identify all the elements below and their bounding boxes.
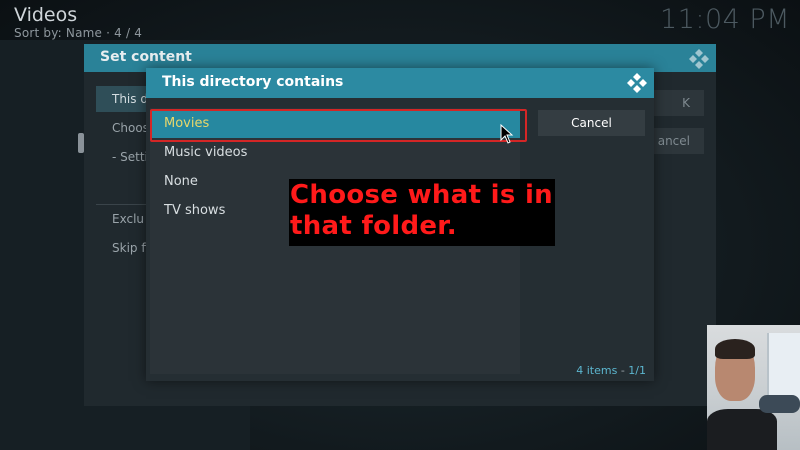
cancel-button[interactable]: Cancel — [538, 110, 645, 136]
directory-contains-header: This directory contains — [146, 68, 654, 98]
set-content-title: Set content — [100, 49, 192, 65]
dialog-title: This directory contains — [162, 74, 344, 90]
item-count: 4 items - 1/1 — [576, 364, 646, 377]
selection-highlight-box — [150, 109, 527, 142]
list-item-music-videos[interactable]: Music videos — [152, 138, 520, 167]
sort-label: Sort by: Name · 4 / 4 — [14, 26, 143, 40]
kodi-logo-icon — [689, 49, 709, 69]
page-header: Videos Sort by: Name · 4 / 4 — [14, 4, 142, 40]
annotation-line-1: Choose what is in — [290, 180, 553, 210]
item-count-total: 4 items — [576, 364, 618, 377]
item-count-separator: - — [617, 364, 629, 377]
clock: 11:04 PM — [660, 4, 790, 35]
mouse-pointer-icon — [500, 124, 514, 144]
annotation-line-2: that folder. — [290, 211, 457, 241]
annotation-callout: Choose what is in that folder. — [289, 179, 555, 246]
presenter-hair — [715, 339, 755, 359]
presenter-body — [707, 409, 777, 450]
webcam-overlay — [707, 325, 800, 450]
page-title: Videos — [14, 4, 78, 26]
microphone — [759, 395, 800, 413]
kodi-logo-icon — [627, 73, 647, 93]
webcam-window-backdrop — [767, 333, 800, 403]
item-count-page: 1/1 — [628, 364, 646, 377]
